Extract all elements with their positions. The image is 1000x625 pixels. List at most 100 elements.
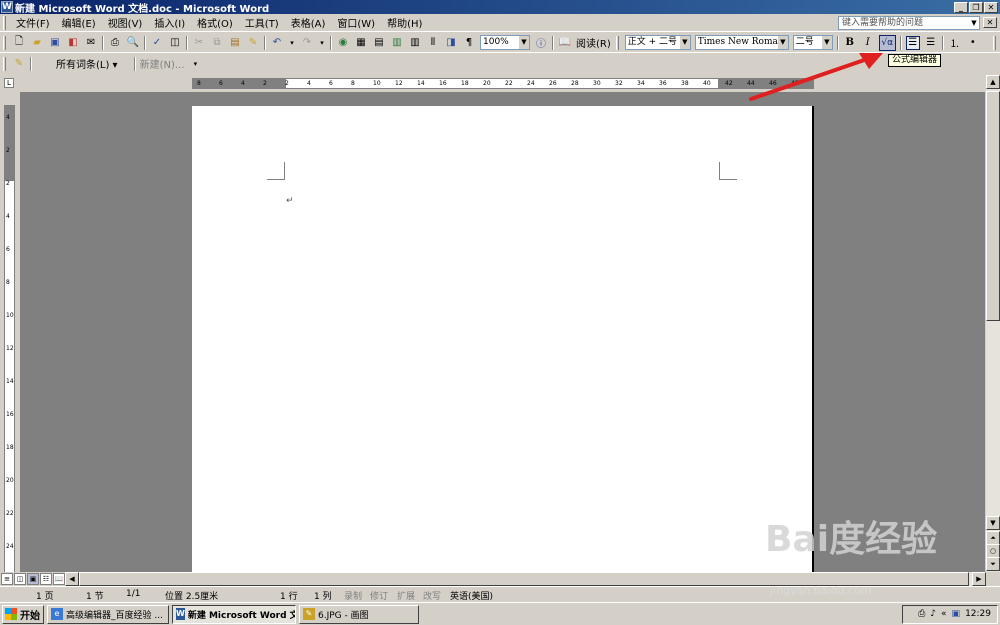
scroll-left-icon[interactable]: ◀ (65, 572, 79, 586)
menu-format[interactable]: 格式(O) (191, 15, 239, 30)
format-painter-icon[interactable]: ✎ (246, 36, 260, 50)
select-browse-object-icon[interactable]: ○ (986, 544, 1000, 558)
read-icon[interactable]: 📖 (558, 36, 572, 50)
redo-dropdown-icon[interactable]: ▾ (318, 36, 326, 50)
document-map-icon[interactable]: ◨ (444, 36, 458, 50)
autotext-icon[interactable]: ✎ (12, 57, 26, 71)
normal-view-icon[interactable]: ≡ (1, 573, 13, 585)
document-workspace: ↵ (20, 92, 985, 572)
reading-button[interactable]: 阅读(R) (576, 35, 611, 50)
status-track-changes[interactable]: 修订 (370, 589, 388, 602)
status-overtype[interactable]: 改写 (423, 589, 441, 602)
menu-tools[interactable]: 工具(T) (239, 15, 285, 30)
menu-insert[interactable]: 插入(I) (148, 15, 191, 30)
volume-tray-icon[interactable]: ♪ (930, 609, 936, 619)
drawing-icon[interactable]: ⫴ (426, 36, 440, 50)
windows-flag-icon (5, 608, 17, 620)
style-dropdown-icon[interactable]: ▼ (679, 36, 690, 49)
word-app-icon[interactable]: W (1, 1, 13, 13)
restore-button[interactable]: ❐ (969, 1, 983, 13)
justify-icon[interactable]: ☰ (905, 35, 920, 50)
research-icon[interactable]: ◫ (168, 36, 182, 50)
ruler-tick-label: 20 (483, 80, 491, 87)
zoom-dropdown-icon[interactable]: ▼ (519, 36, 529, 49)
toolbar-grip[interactable] (615, 35, 619, 50)
paste-icon[interactable]: ▤ (228, 36, 242, 50)
document-page[interactable]: ↵ (192, 106, 814, 572)
insert-table-icon[interactable]: ▤ (372, 36, 386, 50)
numbering-icon[interactable]: ⒈ (948, 36, 962, 50)
printer-tray-icon[interactable]: ⎙ (918, 609, 925, 619)
new-entry-button[interactable]: 新建(N)... (140, 56, 185, 71)
web-layout-icon[interactable]: ◫ (14, 573, 26, 585)
menu-edit[interactable]: 编辑(E) (56, 15, 102, 30)
redo-icon[interactable]: ↷ (300, 36, 314, 50)
reading-layout-icon[interactable]: 📖 (53, 573, 65, 585)
open-folder-icon[interactable]: ▰ (30, 36, 44, 50)
menu-table[interactable]: 表格(A) (285, 15, 332, 30)
separator (941, 35, 944, 50)
menu-view[interactable]: 视图(V) (102, 15, 149, 30)
clock[interactable]: 12:29 (965, 609, 991, 619)
print-layout-icon[interactable]: ▣ (27, 573, 39, 585)
start-button[interactable]: 开始 (2, 604, 44, 624)
minimize-button[interactable]: _ (954, 1, 968, 13)
toolbar-grip[interactable] (3, 56, 6, 71)
menu-file[interactable]: 文件(F) (10, 15, 56, 30)
next-page-icon[interactable]: ⏷ (986, 557, 1000, 571)
undo-icon[interactable]: ↶ (270, 36, 284, 50)
copy-icon[interactable]: ⧉ (210, 36, 224, 50)
all-entries-button[interactable]: 所有词条(L) ▾ (56, 56, 118, 71)
vertical-scrollbar[interactable]: ▲ ▼ ⏶ ○ ⏷ (986, 75, 1000, 572)
network-tray-icon[interactable]: ▣ (952, 609, 961, 619)
undo-dropdown-icon[interactable]: ▾ (288, 36, 296, 50)
print-preview-icon[interactable]: 🔍 (126, 36, 140, 50)
columns-icon[interactable]: ▥ (408, 36, 422, 50)
equation-editor-tooltip: 公式编辑器 (888, 54, 942, 67)
vertical-scroll-thumb[interactable] (986, 91, 1000, 321)
previous-page-icon[interactable]: ⏶ (986, 531, 1000, 545)
scroll-up-icon[interactable]: ▲ (986, 75, 1000, 89)
task-paint[interactable]: ✎ 6.JPG - 画图 (299, 604, 419, 624)
help-icon[interactable]: ⓘ (534, 36, 548, 50)
ruler-tick-label: 16 (439, 80, 447, 87)
permission-icon[interactable]: ◧ (66, 36, 80, 50)
print-icon[interactable]: ⎙ (108, 36, 122, 50)
close-button[interactable]: ✕ (984, 1, 998, 13)
tab-selector[interactable]: L (4, 78, 14, 88)
hyperlink-icon[interactable]: ◉ (336, 36, 350, 50)
outline-view-icon[interactable]: ☷ (40, 573, 52, 585)
email-icon[interactable]: ✉ (84, 36, 98, 50)
toolbar-grip[interactable] (3, 35, 6, 50)
status-extend[interactable]: 扩展 (397, 589, 415, 602)
help-dropdown-icon[interactable]: ▼ (969, 17, 979, 29)
scroll-right-icon[interactable]: ▶ (972, 572, 986, 586)
horizontal-ruler[interactable]: 8 6 4 2 2 4 6 8 10 12 14 16 18 20 22 24 26 28 30 32 34 36 38 40… (192, 78, 814, 89)
menu-help[interactable]: 帮助(H) (381, 15, 428, 30)
tables-borders-icon[interactable]: ▦ (354, 36, 368, 50)
toolbar-grip[interactable] (993, 35, 996, 50)
help-question-box[interactable]: 键入需要帮助的问题 ▼ (838, 15, 980, 30)
save-icon[interactable]: ▣ (48, 36, 62, 50)
style-select[interactable]: 正文 + 二号 ▼ (624, 35, 691, 50)
menu-window[interactable]: 窗口(W) (331, 15, 381, 30)
status-record[interactable]: 录制 (344, 589, 362, 602)
task-word[interactable]: W新建 Microsoft Word 文... (172, 604, 296, 624)
bullets-icon[interactable]: • (966, 36, 980, 50)
spelling-icon[interactable]: ✓ (150, 36, 164, 50)
scroll-down-icon[interactable]: ▼ (986, 516, 1000, 530)
distributed-align-icon[interactable]: ☰ (924, 36, 938, 50)
doc-close-button[interactable]: ✕ (983, 17, 997, 28)
show-hide-icon[interactable]: ¶ (462, 36, 476, 50)
vruler-tick-label: 6 (6, 246, 10, 253)
new-document-icon[interactable]: 🗋 (12, 36, 26, 50)
task-browser[interactable]: e 高级编辑器_百度经验 ... (47, 604, 169, 624)
vertical-ruler[interactable]: 4 2 2 4 6 8 10 12 14 16 18 20 22 24 (4, 105, 15, 575)
cut-icon[interactable]: ✂ (192, 36, 206, 50)
zoom-select[interactable]: 100% ▼ (480, 35, 530, 50)
insert-excel-icon[interactable]: ▥ (390, 36, 404, 50)
show-hidden-icons[interactable]: « (941, 609, 947, 619)
ruler-tick-label: 2 (263, 80, 267, 87)
menubar-grip[interactable] (3, 15, 6, 30)
toolbar-options-icon[interactable]: ▾ (188, 57, 202, 71)
